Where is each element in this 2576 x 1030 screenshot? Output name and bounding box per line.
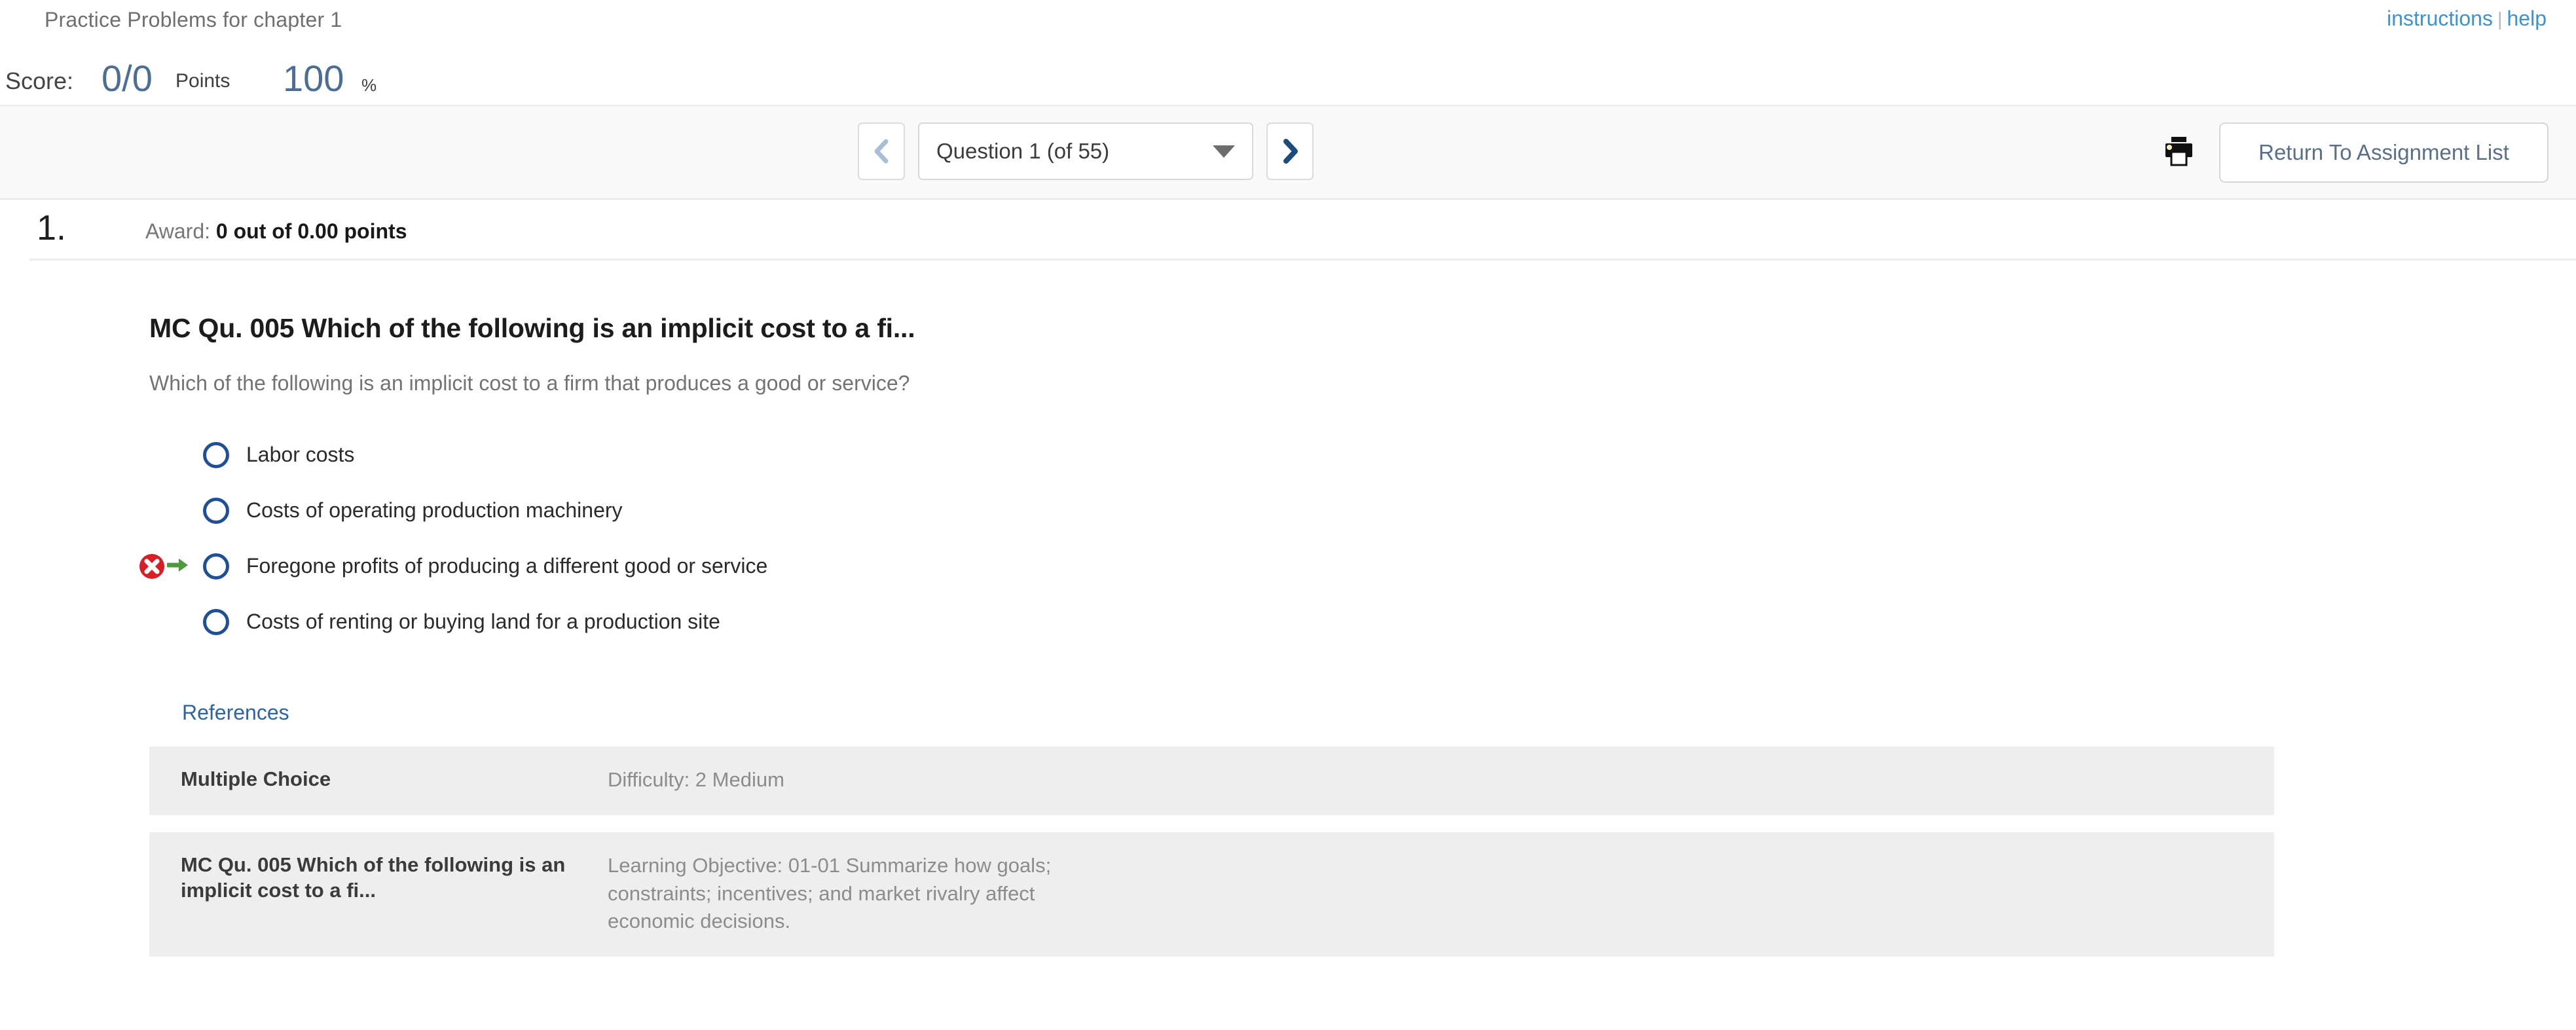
reference-objective-cell: Learning Objective: 01-01 Summarize how … <box>608 853 1052 933</box>
link-separator: | <box>2497 9 2503 30</box>
nav-right-group: Return To Assignment List <box>2159 122 2548 183</box>
answer-choice[interactable]: Foregone profits of producing a differen… <box>139 538 2576 594</box>
question-selector-label: Question 1 (of 55) <box>936 139 1110 163</box>
reference-difficulty-cell: Difficulty: 2 Medium <box>608 768 784 791</box>
score-row: Score: 0/0 Points 100 % <box>0 49 2576 105</box>
question-heading: MC Qu. 005 Which of the following is an … <box>149 313 915 343</box>
references-table: Multiple Choice Difficulty: 2 Medium MC … <box>149 746 2274 957</box>
header-links: instructions | help <box>2387 7 2547 31</box>
reference-type-cell: Multiple Choice <box>181 767 331 790</box>
choice-marker <box>139 608 196 636</box>
question-body: MC Qu. 005 Which of the following is an … <box>0 261 2576 957</box>
award-label: Award: <box>145 219 211 243</box>
answer-choice-label[interactable]: Foregone profits of producing a differen… <box>246 554 767 578</box>
score-points-unit: Points <box>175 70 230 92</box>
score-label: Score: <box>5 67 74 94</box>
score-percent-value: 100 <box>283 58 344 99</box>
answer-pointer-arrow-icon <box>166 555 189 578</box>
chevron-left-icon <box>873 138 890 164</box>
printer-icon <box>2161 134 2196 172</box>
top-header: Practice Problems for chapter 1 instruct… <box>0 0 2576 49</box>
answer-choice-label[interactable]: Costs of renting or buying land for a pr… <box>246 610 720 634</box>
references-link[interactable]: References <box>182 701 289 725</box>
score-points-value: 0/0 <box>101 58 153 99</box>
assignment-title: Practice Problems for chapter 1 <box>45 8 342 31</box>
chevron-down-icon <box>1213 145 1235 158</box>
score-percent-unit: % <box>361 75 377 95</box>
question-nav-group: Question 1 (of 55) <box>858 122 1314 180</box>
answer-choice[interactable]: Labor costs <box>149 427 2576 483</box>
chevron-right-icon <box>1281 138 1298 164</box>
help-link[interactable]: help <box>2507 7 2547 30</box>
answer-choice[interactable]: Costs of operating production machinery <box>149 483 2576 538</box>
radio-button[interactable] <box>203 497 229 524</box>
choice-marker <box>139 553 196 580</box>
next-question-button[interactable] <box>1266 122 1314 180</box>
award-row: 1. Award: 0 out of 0.00 points <box>0 200 2576 259</box>
answer-choice-label[interactable]: Costs of operating production machinery <box>246 498 623 523</box>
previous-question-button[interactable] <box>858 122 905 180</box>
incorrect-answer-icon <box>139 553 165 579</box>
question-number: 1. <box>37 208 67 248</box>
radio-button[interactable] <box>203 553 229 579</box>
choice-marker <box>139 497 196 524</box>
question-selector-dropdown[interactable]: Question 1 (of 55) <box>918 122 1253 180</box>
answer-choice-label[interactable]: Labor costs <box>246 443 354 467</box>
award-text: Award: 0 out of 0.00 points <box>145 219 407 244</box>
choice-marker <box>139 441 196 469</box>
reference-question-cell: MC Qu. 005 Which of the following is an … <box>181 853 566 902</box>
award-value: 0 out of 0.00 points <box>215 219 407 243</box>
radio-button[interactable] <box>203 608 229 635</box>
return-to-assignment-list-button[interactable]: Return To Assignment List <box>2219 122 2548 183</box>
instructions-link[interactable]: instructions <box>2387 7 2493 30</box>
answer-choice[interactable]: Costs of renting or buying land for a pr… <box>149 594 2576 650</box>
answer-choices: Labor costs Costs of operating productio… <box>139 427 2576 650</box>
table-row: Multiple Choice Difficulty: 2 Medium <box>149 746 2274 815</box>
question-stem: Which of the following is an implicit co… <box>149 371 910 395</box>
table-row: MC Qu. 005 Which of the following is an … <box>149 832 2274 957</box>
radio-button[interactable] <box>203 441 229 468</box>
print-button[interactable] <box>2159 133 2198 172</box>
question-navigation-bar: Question 1 (of 55) Return To Assignment … <box>0 105 2576 200</box>
